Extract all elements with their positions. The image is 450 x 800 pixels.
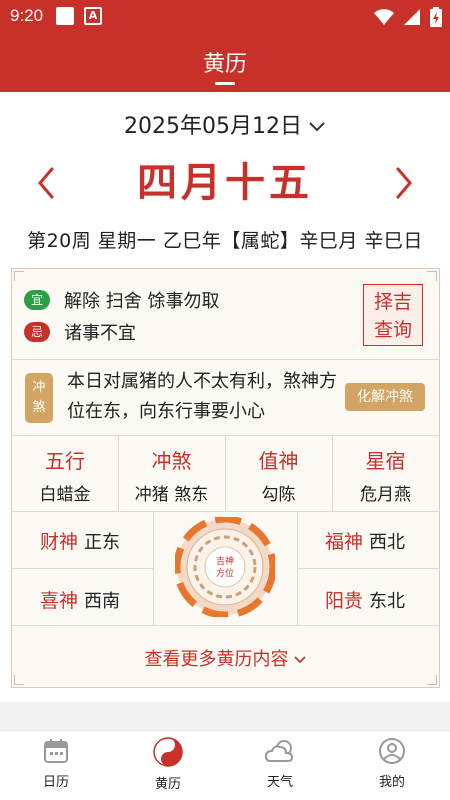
nav-item-almanac[interactable]: 黄历 [128, 737, 208, 792]
dir-label: 财神 [40, 531, 79, 553]
solar-date[interactable]: 2025年05月12日 [124, 114, 302, 139]
stat-value: 白蜡金 [39, 485, 91, 505]
corner-ornament [427, 675, 437, 685]
stat-value: 危月燕 [360, 485, 411, 505]
stat-zhishen[interactable]: 值神 勾陈 [225, 445, 332, 505]
divider [118, 435, 119, 511]
resolve-chong-sha-button[interactable]: 化解冲煞 [345, 383, 425, 411]
divider [12, 568, 153, 569]
zeji-line2: 查询 [373, 319, 412, 341]
nav-item-calendar[interactable]: 日历 [16, 737, 96, 790]
status-bar: 9:20 A [0, 0, 450, 32]
chong-sha-badge: 冲 煞 [25, 373, 53, 423]
almanac-card: 宜解除 扫舍 馀事勿取 忌诸事不宜 择吉 查询 冲 煞 本日对属猪的人不太有利，… [11, 268, 440, 688]
dir-label: 喜神 [40, 590, 79, 612]
page-title: 黄历 [202, 52, 247, 77]
a-notification-icon: A [84, 7, 102, 25]
status-time: 9:20 [10, 6, 44, 25]
next-day-icon[interactable] [388, 165, 418, 201]
direction-xishen[interactable]: 喜神 西南 [40, 586, 120, 613]
stat-chongsha[interactable]: 冲煞 冲猪 煞东 [118, 445, 225, 505]
status-icons [370, 6, 442, 27]
stat-value: 冲猪 煞东 [134, 485, 209, 505]
stat-label: 冲煞 [151, 449, 192, 473]
battery-icon [430, 6, 442, 27]
app-notification-icon [56, 7, 74, 25]
corner-ornament [14, 675, 24, 685]
direction-caishen[interactable]: 财神 正东 [40, 527, 120, 554]
dir-label: 阳贵 [325, 590, 364, 612]
chevron-down-icon[interactable] [308, 121, 326, 133]
nav-item-mine[interactable]: 我的 [352, 737, 432, 790]
title-underline [215, 82, 235, 85]
stat-label: 星宿 [365, 449, 406, 473]
yi-row: 宜解除 扫舍 馀事勿取 [24, 287, 219, 313]
stat-value: 勾陈 [261, 485, 296, 505]
chevron-down-icon [293, 656, 306, 664]
calendar-icon [44, 739, 68, 763]
section-separator [0, 702, 450, 730]
stat-label: 值神 [258, 449, 299, 473]
ji-row: 忌诸事不宜 [24, 319, 136, 345]
more-link-text: 查看更多黄历内容 [144, 649, 289, 670]
date-selector[interactable]: 2025年05月12日 [0, 108, 450, 142]
nav-label: 天气 [266, 775, 293, 790]
dir-label: 福神 [325, 531, 364, 553]
dir-value: 西北 [369, 532, 406, 553]
divider [12, 625, 439, 626]
dir-value: 西南 [84, 591, 121, 612]
compass-center-line2: 方位 [216, 567, 234, 579]
nav-label: 日历 [42, 775, 69, 790]
cloud-icon [264, 740, 294, 762]
stat-wuxing[interactable]: 五行 白蜡金 [12, 445, 118, 505]
chong-badge-line2: 煞 [32, 400, 46, 415]
zeji-line1: 择吉 [373, 291, 412, 313]
app-bar: 黄历 [0, 32, 450, 92]
date-info-line: 第20周 星期一 乙巳年【属蛇】辛巳月 辛巳日 [27, 230, 423, 252]
divider [332, 435, 333, 511]
yin-yang-icon [153, 737, 183, 767]
direction-fushen[interactable]: 福神 西北 [325, 527, 405, 554]
dir-value: 正东 [84, 532, 121, 553]
corner-ornament [14, 271, 24, 281]
bottom-navigation: 日历 黄历 天气 我的 [0, 730, 450, 800]
auspicious-date-query-button[interactable]: 择吉 查询 [363, 284, 423, 346]
ji-badge: 忌 [24, 322, 50, 342]
signal-icon [403, 8, 420, 25]
chong-sha-text: 本日对属猪的人不太有利，煞神方位在东，向东行事要小心 [67, 371, 337, 422]
nav-label: 我的 [378, 775, 405, 790]
stat-label: 五行 [45, 449, 85, 473]
divider [12, 511, 439, 512]
yi-text: 解除 扫舍 馀事勿取 [64, 291, 220, 312]
more-almanac-link[interactable]: 查看更多黄历内容 [12, 645, 439, 671]
lunar-date: 四月十五 [137, 159, 313, 206]
ji-text: 诸事不宜 [64, 323, 136, 344]
nav-label: 黄历 [154, 777, 181, 792]
stat-xingxiu[interactable]: 星宿 危月燕 [332, 445, 439, 505]
dir-value: 东北 [369, 591, 406, 612]
divider [225, 435, 226, 511]
divider [297, 568, 439, 569]
user-icon [379, 738, 405, 764]
direction-yanggui[interactable]: 阳贵 东北 [325, 586, 405, 613]
divider [12, 359, 439, 360]
nav-item-weather[interactable]: 天气 [240, 737, 320, 790]
corner-ornament [427, 271, 437, 281]
lunar-date-row: 四月十五 [0, 155, 450, 211]
divider [153, 511, 154, 625]
wifi-icon [373, 8, 394, 25]
compass-icon[interactable]: 吉神 方位 [175, 517, 275, 617]
yi-badge: 宜 [24, 290, 50, 310]
chong-badge-line1: 冲 [32, 380, 46, 395]
compass-center-line1: 吉神 [216, 555, 234, 567]
